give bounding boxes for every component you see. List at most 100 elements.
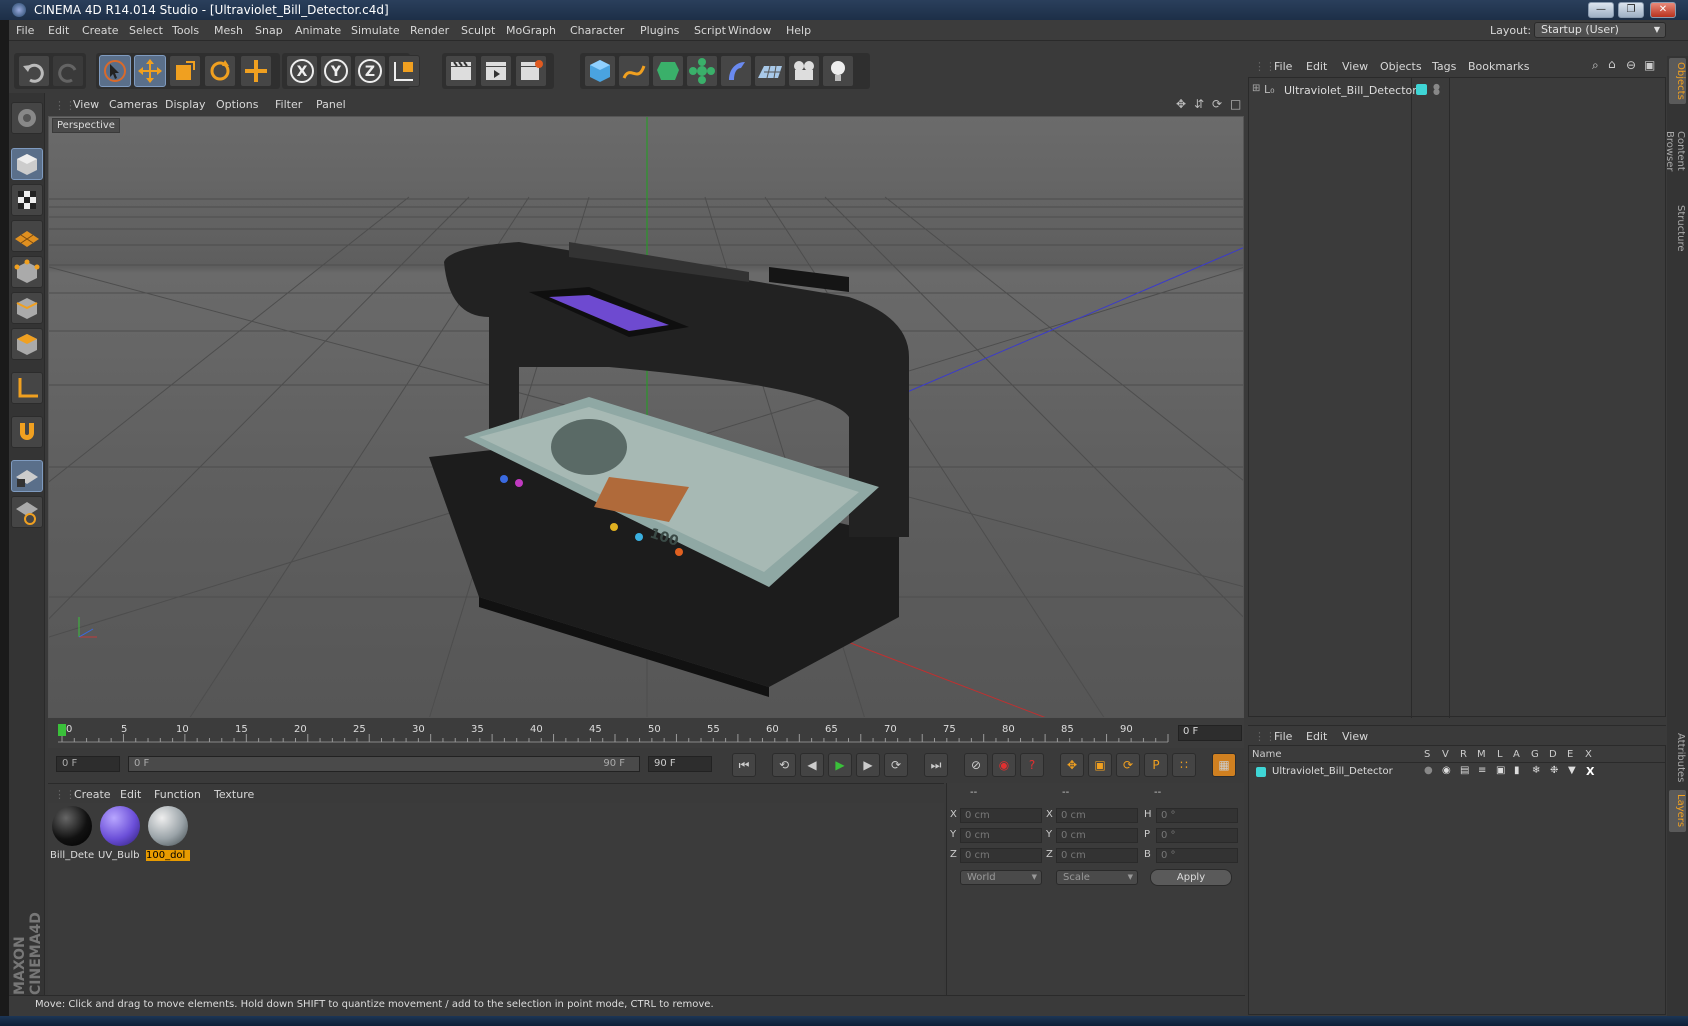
menu-select[interactable]: Select xyxy=(129,24,163,37)
viewport-menu-panel[interactable]: Panel xyxy=(316,98,346,111)
layer-col-xref[interactable]: X xyxy=(1585,749,1592,760)
object-tree-row[interactable]: ⊞ L₀ Ultraviolet_Bill_Detector xyxy=(1252,83,1417,99)
key-position-button[interactable]: ✥ xyxy=(1060,753,1084,777)
camera-button[interactable] xyxy=(788,55,820,87)
layer-col-manager[interactable]: M xyxy=(1477,749,1486,760)
layer-col-render[interactable]: R xyxy=(1460,749,1467,760)
make-editable-button[interactable] xyxy=(11,102,43,134)
array-button[interactable] xyxy=(686,55,718,87)
restore-button[interactable]: ❐ xyxy=(1618,2,1644,18)
deformer-icon[interactable]: ❉ xyxy=(1550,765,1558,776)
key-pla-button[interactable]: ∷ xyxy=(1172,753,1196,777)
previous-key-button[interactable]: ⟲ xyxy=(772,753,796,777)
play-button[interactable]: ▶ xyxy=(828,753,852,777)
menu-window[interactable]: Window xyxy=(728,24,771,37)
live-selection-button[interactable] xyxy=(99,55,131,87)
layer-col-expressions[interactable]: E xyxy=(1567,749,1573,760)
y-axis-lock-button[interactable]: Y xyxy=(320,55,352,87)
menu-mesh[interactable]: Mesh xyxy=(214,24,243,37)
viewport-pan-icon[interactable]: ✥ xyxy=(1176,97,1186,111)
key-scale-button[interactable]: ▣ xyxy=(1088,753,1112,777)
layer-col-name[interactable]: Name xyxy=(1252,749,1282,760)
generator-icon[interactable]: ❄ xyxy=(1532,765,1540,776)
viewport-zoom-icon[interactable]: ⇵ xyxy=(1194,97,1204,111)
om-menu-view[interactable]: View xyxy=(1342,60,1368,73)
viewport-camera-label[interactable]: Perspective xyxy=(52,118,120,133)
tab-attributes[interactable]: Attributes xyxy=(1669,728,1686,788)
menu-tools[interactable]: Tools xyxy=(172,24,199,37)
material-menu-function[interactable]: Function xyxy=(154,788,201,801)
manager-list-icon[interactable]: ≡ xyxy=(1478,765,1486,776)
workplane-mode-button[interactable] xyxy=(11,220,43,252)
visibility-dots-icon[interactable]: ● ● xyxy=(1433,83,1440,96)
frame-range-slider[interactable]: 0 F 90 F xyxy=(128,756,640,772)
playhead-marker[interactable] xyxy=(58,724,66,736)
viewport-menu-cameras[interactable]: Cameras xyxy=(109,98,158,111)
tab-objects[interactable]: Objects xyxy=(1669,58,1686,104)
edges-mode-button[interactable] xyxy=(11,292,43,324)
menu-help[interactable]: Help xyxy=(786,24,811,37)
menu-animate[interactable]: Animate xyxy=(295,24,341,37)
z-axis-lock-button[interactable]: Z xyxy=(354,55,386,87)
transform-tool-button[interactable] xyxy=(240,55,272,87)
timeline-layout-button[interactable]: ▦ xyxy=(1212,753,1236,777)
animation-film-icon[interactable]: ▮ xyxy=(1514,765,1520,776)
tab-content-browser[interactable]: Content Browser xyxy=(1664,108,1686,194)
model-mode-button[interactable] xyxy=(11,148,43,180)
expression-icon[interactable]: ▼ xyxy=(1568,765,1576,776)
go-to-start-button[interactable]: ⏮ xyxy=(732,753,756,777)
size-mode-select[interactable]: Scale ▼ xyxy=(1056,870,1138,885)
layer-col-deformers[interactable]: D xyxy=(1549,749,1557,760)
menu-render[interactable]: Render xyxy=(410,24,449,37)
menu-character[interactable]: Character xyxy=(570,24,624,37)
layout-select[interactable]: Startup (User) ▼ xyxy=(1534,22,1666,38)
new-window-icon[interactable]: ▣ xyxy=(1644,58,1655,72)
floor-button[interactable] xyxy=(754,55,786,87)
current-frame-field[interactable]: 0 F xyxy=(1178,725,1242,741)
render-view-button[interactable] xyxy=(445,55,477,87)
material-swatch-selected[interactable]: 100_dol xyxy=(146,806,190,864)
menu-script[interactable]: Script xyxy=(694,24,726,37)
position-y-field[interactable]: 0 cm xyxy=(960,828,1042,843)
material-menu-create[interactable]: Create xyxy=(74,788,111,801)
viewport-rotate-icon[interactable]: ⟳ xyxy=(1212,97,1222,111)
material-swatch[interactable]: UV_Bulb xyxy=(98,806,142,864)
layer-col-animation[interactable]: A xyxy=(1513,749,1520,760)
search-icon[interactable]: ⌕ xyxy=(1592,58,1599,73)
locked-workplane-button[interactable] xyxy=(11,496,43,528)
om-menu-bookmarks[interactable]: Bookmarks xyxy=(1468,60,1529,73)
3d-viewport[interactable]: 100 xyxy=(48,116,1244,718)
material-menu-edit[interactable]: Edit xyxy=(120,788,141,801)
go-to-end-button[interactable]: ⏭ xyxy=(924,753,948,777)
menu-simulate[interactable]: Simulate xyxy=(351,24,400,37)
om-menu-tags[interactable]: Tags xyxy=(1432,60,1456,73)
viewport-menu-display[interactable]: Display xyxy=(165,98,206,111)
coordinate-system-button[interactable] xyxy=(388,55,420,87)
position-z-field[interactable]: 0 cm xyxy=(960,848,1042,863)
apply-button[interactable]: Apply xyxy=(1150,869,1232,886)
om-menu-file[interactable]: File xyxy=(1274,60,1292,73)
next-key-button[interactable]: ⟳ xyxy=(884,753,908,777)
rotation-p-field[interactable]: 0 ° xyxy=(1156,828,1238,843)
lock-icon[interactable]: ▣ xyxy=(1496,765,1505,776)
collapse-icon[interactable]: ⊖ xyxy=(1626,58,1636,72)
start-frame-field[interactable]: 0 F xyxy=(56,756,120,772)
x-axis-lock-button[interactable]: X xyxy=(286,55,318,87)
tab-structure[interactable]: Structure xyxy=(1669,200,1686,256)
viewport-menu-view[interactable]: View xyxy=(73,98,99,111)
render-clapper-icon[interactable]: ▤ xyxy=(1460,765,1469,776)
minimize-button[interactable]: — xyxy=(1588,2,1614,18)
previous-frame-button[interactable]: ◀ xyxy=(800,753,824,777)
viewport-menu-options[interactable]: Options xyxy=(216,98,258,111)
layer-menu-view[interactable]: View xyxy=(1342,730,1368,743)
close-button[interactable]: ✕ xyxy=(1650,2,1676,18)
eye-icon[interactable]: ◉ xyxy=(1442,765,1451,776)
menu-file[interactable]: File xyxy=(16,24,34,37)
menu-sculpt[interactable]: Sculpt xyxy=(461,24,495,37)
om-menu-objects[interactable]: Objects xyxy=(1380,60,1422,73)
light-button[interactable] xyxy=(822,55,854,87)
coordinate-space-select[interactable]: World ▼ xyxy=(960,870,1042,885)
layer-color-tag[interactable] xyxy=(1416,84,1427,95)
layer-col-view[interactable]: V xyxy=(1442,749,1449,760)
redo-button[interactable] xyxy=(52,55,84,87)
